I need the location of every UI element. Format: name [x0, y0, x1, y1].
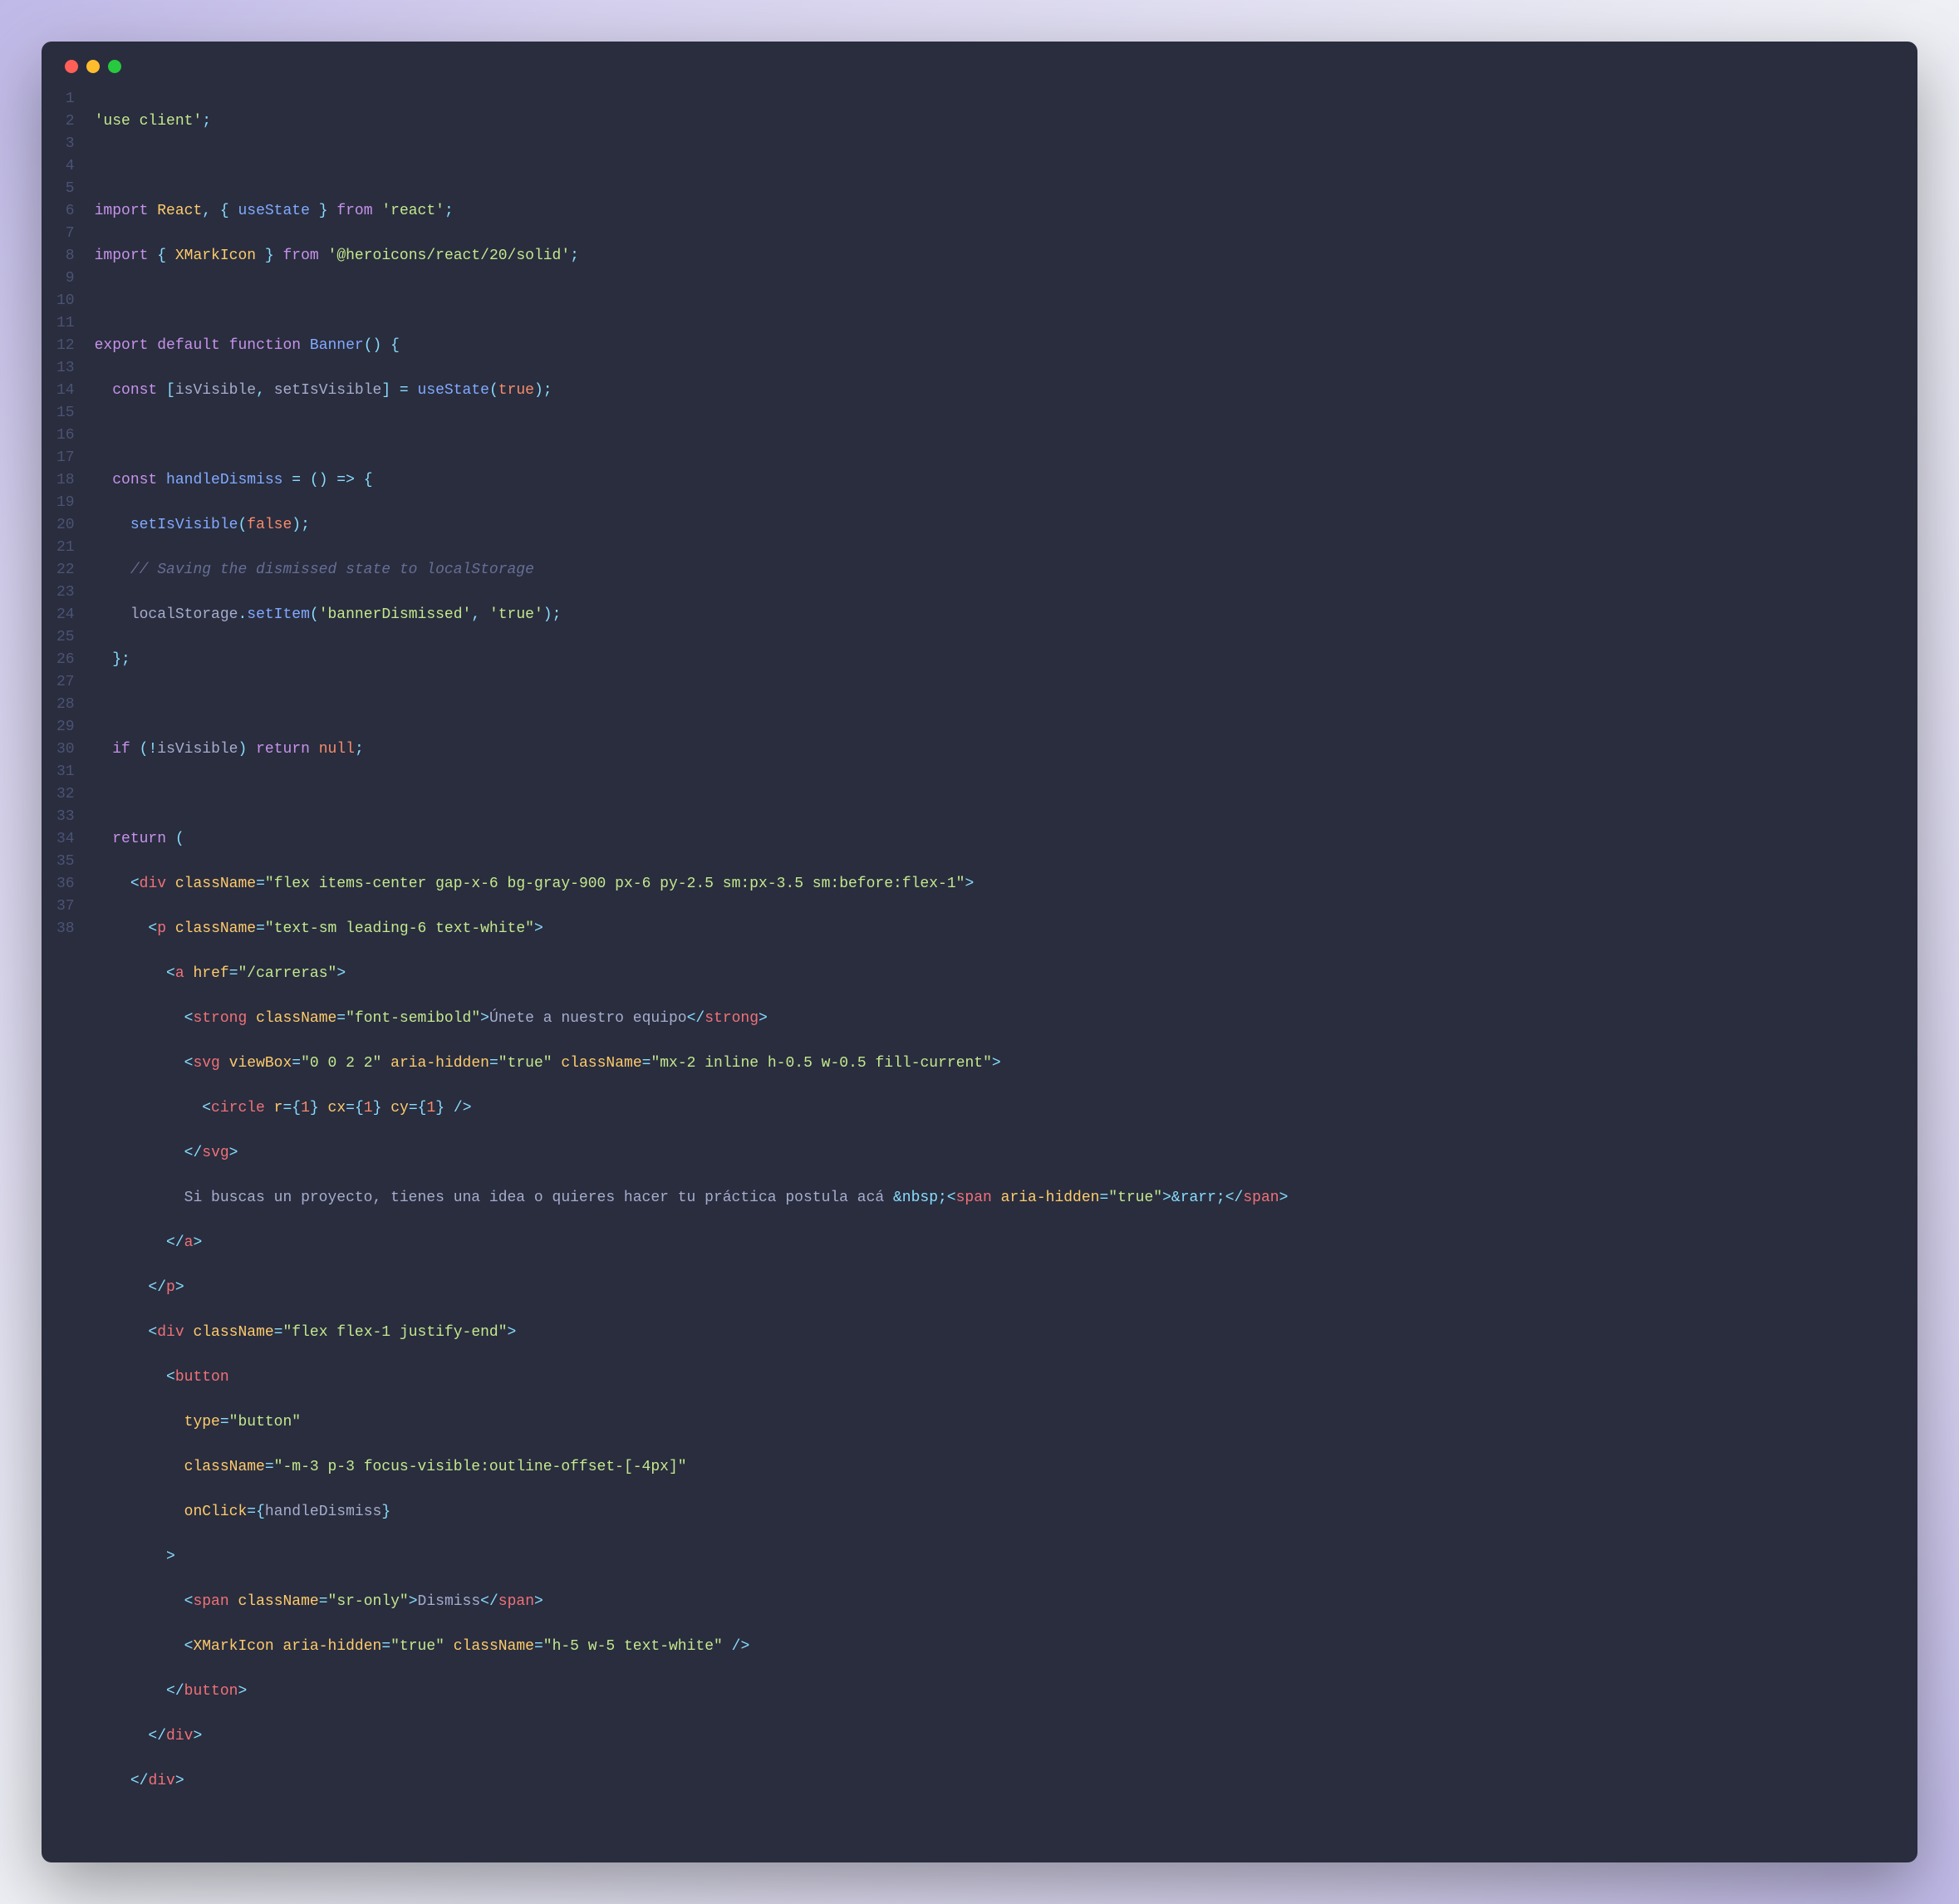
editor-window: 1234567891011121314151617181920212223242…: [42, 42, 1917, 1862]
code-line: </svg>: [95, 1142, 1289, 1165]
line-number: 20: [56, 514, 75, 537]
code-line: localStorage.setItem('bannerDismissed', …: [95, 604, 1289, 626]
line-number: 14: [56, 380, 75, 402]
line-number: 28: [56, 694, 75, 716]
code-line: </div>: [95, 1770, 1289, 1793]
line-number: 3: [56, 133, 75, 155]
line-number: 17: [56, 447, 75, 469]
code-line: 'use client';: [95, 110, 1289, 133]
code-line: <strong className="font-semibold">Únete …: [95, 1008, 1289, 1030]
code-line: const [isVisible, setIsVisible] = useSta…: [95, 380, 1289, 402]
code-line: </a>: [95, 1232, 1289, 1254]
code-line: setIsVisible(false);: [95, 514, 1289, 537]
line-number: 22: [56, 559, 75, 582]
line-number: 15: [56, 402, 75, 424]
line-number: 18: [56, 469, 75, 492]
code-line: <circle r={1} cx={1} cy={1} />: [95, 1097, 1289, 1120]
code-line: [95, 424, 1289, 447]
code-line: import { XMarkIcon } from '@heroicons/re…: [95, 245, 1289, 267]
line-number: 13: [56, 357, 75, 380]
maximize-icon[interactable]: [108, 60, 121, 73]
code-content[interactable]: 'use client'; import React, { useState }…: [95, 88, 1289, 1838]
line-number: 34: [56, 828, 75, 851]
line-number: 37: [56, 896, 75, 918]
code-line: <svg viewBox="0 0 2 2" aria-hidden="true…: [95, 1053, 1289, 1075]
line-number: 24: [56, 604, 75, 626]
line-number: 12: [56, 335, 75, 357]
line-number: 31: [56, 761, 75, 783]
code-line: // Saving the dismissed state to localSt…: [95, 559, 1289, 582]
code-line: [95, 694, 1289, 716]
line-number: 19: [56, 492, 75, 514]
line-number: 4: [56, 155, 75, 178]
line-number: 5: [56, 178, 75, 200]
code-line: if (!isVisible) return null;: [95, 739, 1289, 761]
code-line: </div>: [95, 1725, 1289, 1748]
line-number: 2: [56, 110, 75, 133]
code-line: import React, { useState } from 'react';: [95, 200, 1289, 223]
line-number: 29: [56, 716, 75, 739]
code-line: </p>: [95, 1277, 1289, 1299]
line-number: 6: [56, 200, 75, 223]
line-number: 27: [56, 671, 75, 694]
minimize-icon[interactable]: [86, 60, 100, 73]
code-line: <div className="flex items-center gap-x-…: [95, 873, 1289, 896]
code-line: return (: [95, 828, 1289, 851]
line-number: 32: [56, 783, 75, 806]
code-line: <span className="sr-only">Dismiss</span>: [95, 1591, 1289, 1613]
code-line: >: [95, 1546, 1289, 1568]
line-number: 25: [56, 626, 75, 649]
line-number: 30: [56, 739, 75, 761]
code-line: [95, 155, 1289, 178]
line-number: 7: [56, 223, 75, 245]
code-line: </button>: [95, 1681, 1289, 1703]
line-number: 26: [56, 649, 75, 671]
line-number: 10: [56, 290, 75, 312]
line-number: 21: [56, 537, 75, 559]
code-line: <button: [95, 1367, 1289, 1389]
code-line: <XMarkIcon aria-hidden="true" className=…: [95, 1636, 1289, 1658]
code-line: };: [95, 649, 1289, 671]
line-number: 8: [56, 245, 75, 267]
line-number: 33: [56, 806, 75, 828]
line-number: 23: [56, 582, 75, 604]
code-line: Si buscas un proyecto, tienes una idea o…: [95, 1187, 1289, 1210]
code-line: [95, 290, 1289, 312]
window-titlebar: [42, 42, 1917, 81]
code-line: export default function Banner() {: [95, 335, 1289, 357]
line-number: 1: [56, 88, 75, 110]
code-line: type="button": [95, 1411, 1289, 1434]
line-number: 35: [56, 851, 75, 873]
close-icon[interactable]: [65, 60, 78, 73]
code-line: [95, 783, 1289, 806]
line-number: 9: [56, 267, 75, 290]
line-number-gutter: 1234567891011121314151617181920212223242…: [48, 88, 95, 1838]
line-number: 11: [56, 312, 75, 335]
code-line: onClick={handleDismiss}: [95, 1501, 1289, 1524]
code-line: const handleDismiss = () => {: [95, 469, 1289, 492]
line-number: 16: [56, 424, 75, 447]
code-line: className="-m-3 p-3 focus-visible:outlin…: [95, 1456, 1289, 1479]
code-line: <div className="flex flex-1 justify-end"…: [95, 1322, 1289, 1344]
code-line: <a href="/carreras">: [95, 963, 1289, 985]
line-number: 36: [56, 873, 75, 896]
code-editor[interactable]: 1234567891011121314151617181920212223242…: [42, 81, 1917, 1862]
code-line: <p className="text-sm leading-6 text-whi…: [95, 918, 1289, 940]
line-number: 38: [56, 918, 75, 940]
